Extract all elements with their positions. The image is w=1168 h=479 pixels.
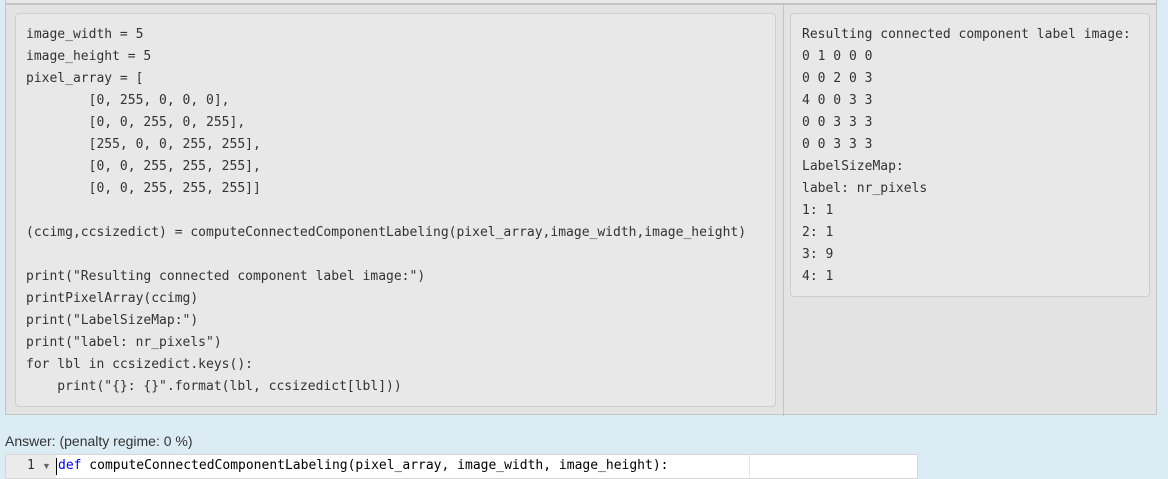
test-code-line: printPixelArray(ccimg) xyxy=(26,291,199,306)
test-code-line: pixel_array = [ xyxy=(26,71,144,86)
test-code: image_width = 5 image_height = 5 pixel_a… xyxy=(26,24,746,398)
test-code-line: print("Resulting connected component lab… xyxy=(26,269,426,284)
test-code-box: image_width = 5 image_height = 5 pixel_a… xyxy=(15,13,776,407)
test-code-line: [0, 0, 255, 255, 255], xyxy=(26,159,261,174)
result-line: LabelSizeMap: xyxy=(802,159,904,174)
test-code-line: print("{}: {}".format(lbl, ccsizedict[lb… xyxy=(26,379,402,394)
example-table: image_width = 5 image_height = 5 pixel_a… xyxy=(5,4,1157,416)
answer-code-editor[interactable]: 1 ▼ def computeConnectedComponentLabelin… xyxy=(5,454,918,479)
result-line: 0 0 2 0 3 xyxy=(802,71,873,86)
result-line: 4 0 0 3 3 xyxy=(802,93,873,108)
answer-label: Answer: (penalty regime: 0 %) xyxy=(5,433,193,449)
text-cursor xyxy=(56,458,57,475)
result-line: 0 0 3 3 3 xyxy=(802,137,873,152)
editor-gutter: 1 ▼ xyxy=(6,455,56,478)
print-margin xyxy=(749,455,750,478)
test-code-line: [0, 0, 255, 255, 255]] xyxy=(26,181,261,196)
test-code-line xyxy=(26,244,746,266)
result-line: 3: 9 xyxy=(802,247,834,262)
result-line: 4: 1 xyxy=(802,269,834,284)
result-line: 0 1 0 0 0 xyxy=(802,49,873,64)
test-code-line: for lbl in ccsizedict.keys(): xyxy=(26,357,253,372)
test-code-line: image_height = 5 xyxy=(26,49,152,64)
test-code-line: [255, 0, 0, 255, 255], xyxy=(26,137,261,152)
column-divider xyxy=(783,5,784,416)
test-code-line: (ccimg,ccsizedict) = computeConnectedCom… xyxy=(26,225,747,240)
result-line: label: nr_pixels xyxy=(802,181,928,196)
result-line: 0 0 3 3 3 xyxy=(802,115,873,130)
expected-result-box: Resulting connected component label imag… xyxy=(790,13,1150,297)
test-code-line: print("LabelSizeMap:") xyxy=(26,313,199,328)
result-line: Resulting connected component label imag… xyxy=(802,27,1131,42)
result-line: 2: 1 xyxy=(802,225,834,240)
test-code-line: [0, 255, 0, 0, 0], xyxy=(26,93,230,108)
result-line: 1: 1 xyxy=(802,203,834,218)
line-number: 1 xyxy=(27,458,35,473)
code-line-1[interactable]: def computeConnectedComponentLabeling(pi… xyxy=(58,457,668,475)
keyword-def: def xyxy=(58,458,82,473)
test-code-line xyxy=(26,200,746,222)
test-code-line: [0, 0, 255, 0, 255], xyxy=(26,115,246,130)
fold-arrow-icon[interactable]: ▼ xyxy=(42,460,51,472)
test-code-line: image_width = 5 xyxy=(26,27,144,42)
expected-result: Resulting connected component label imag… xyxy=(802,24,1131,288)
code-text: computeConnectedComponentLabeling(pixel_… xyxy=(81,458,669,473)
test-code-line: print("label: nr_pixels") xyxy=(26,335,222,350)
